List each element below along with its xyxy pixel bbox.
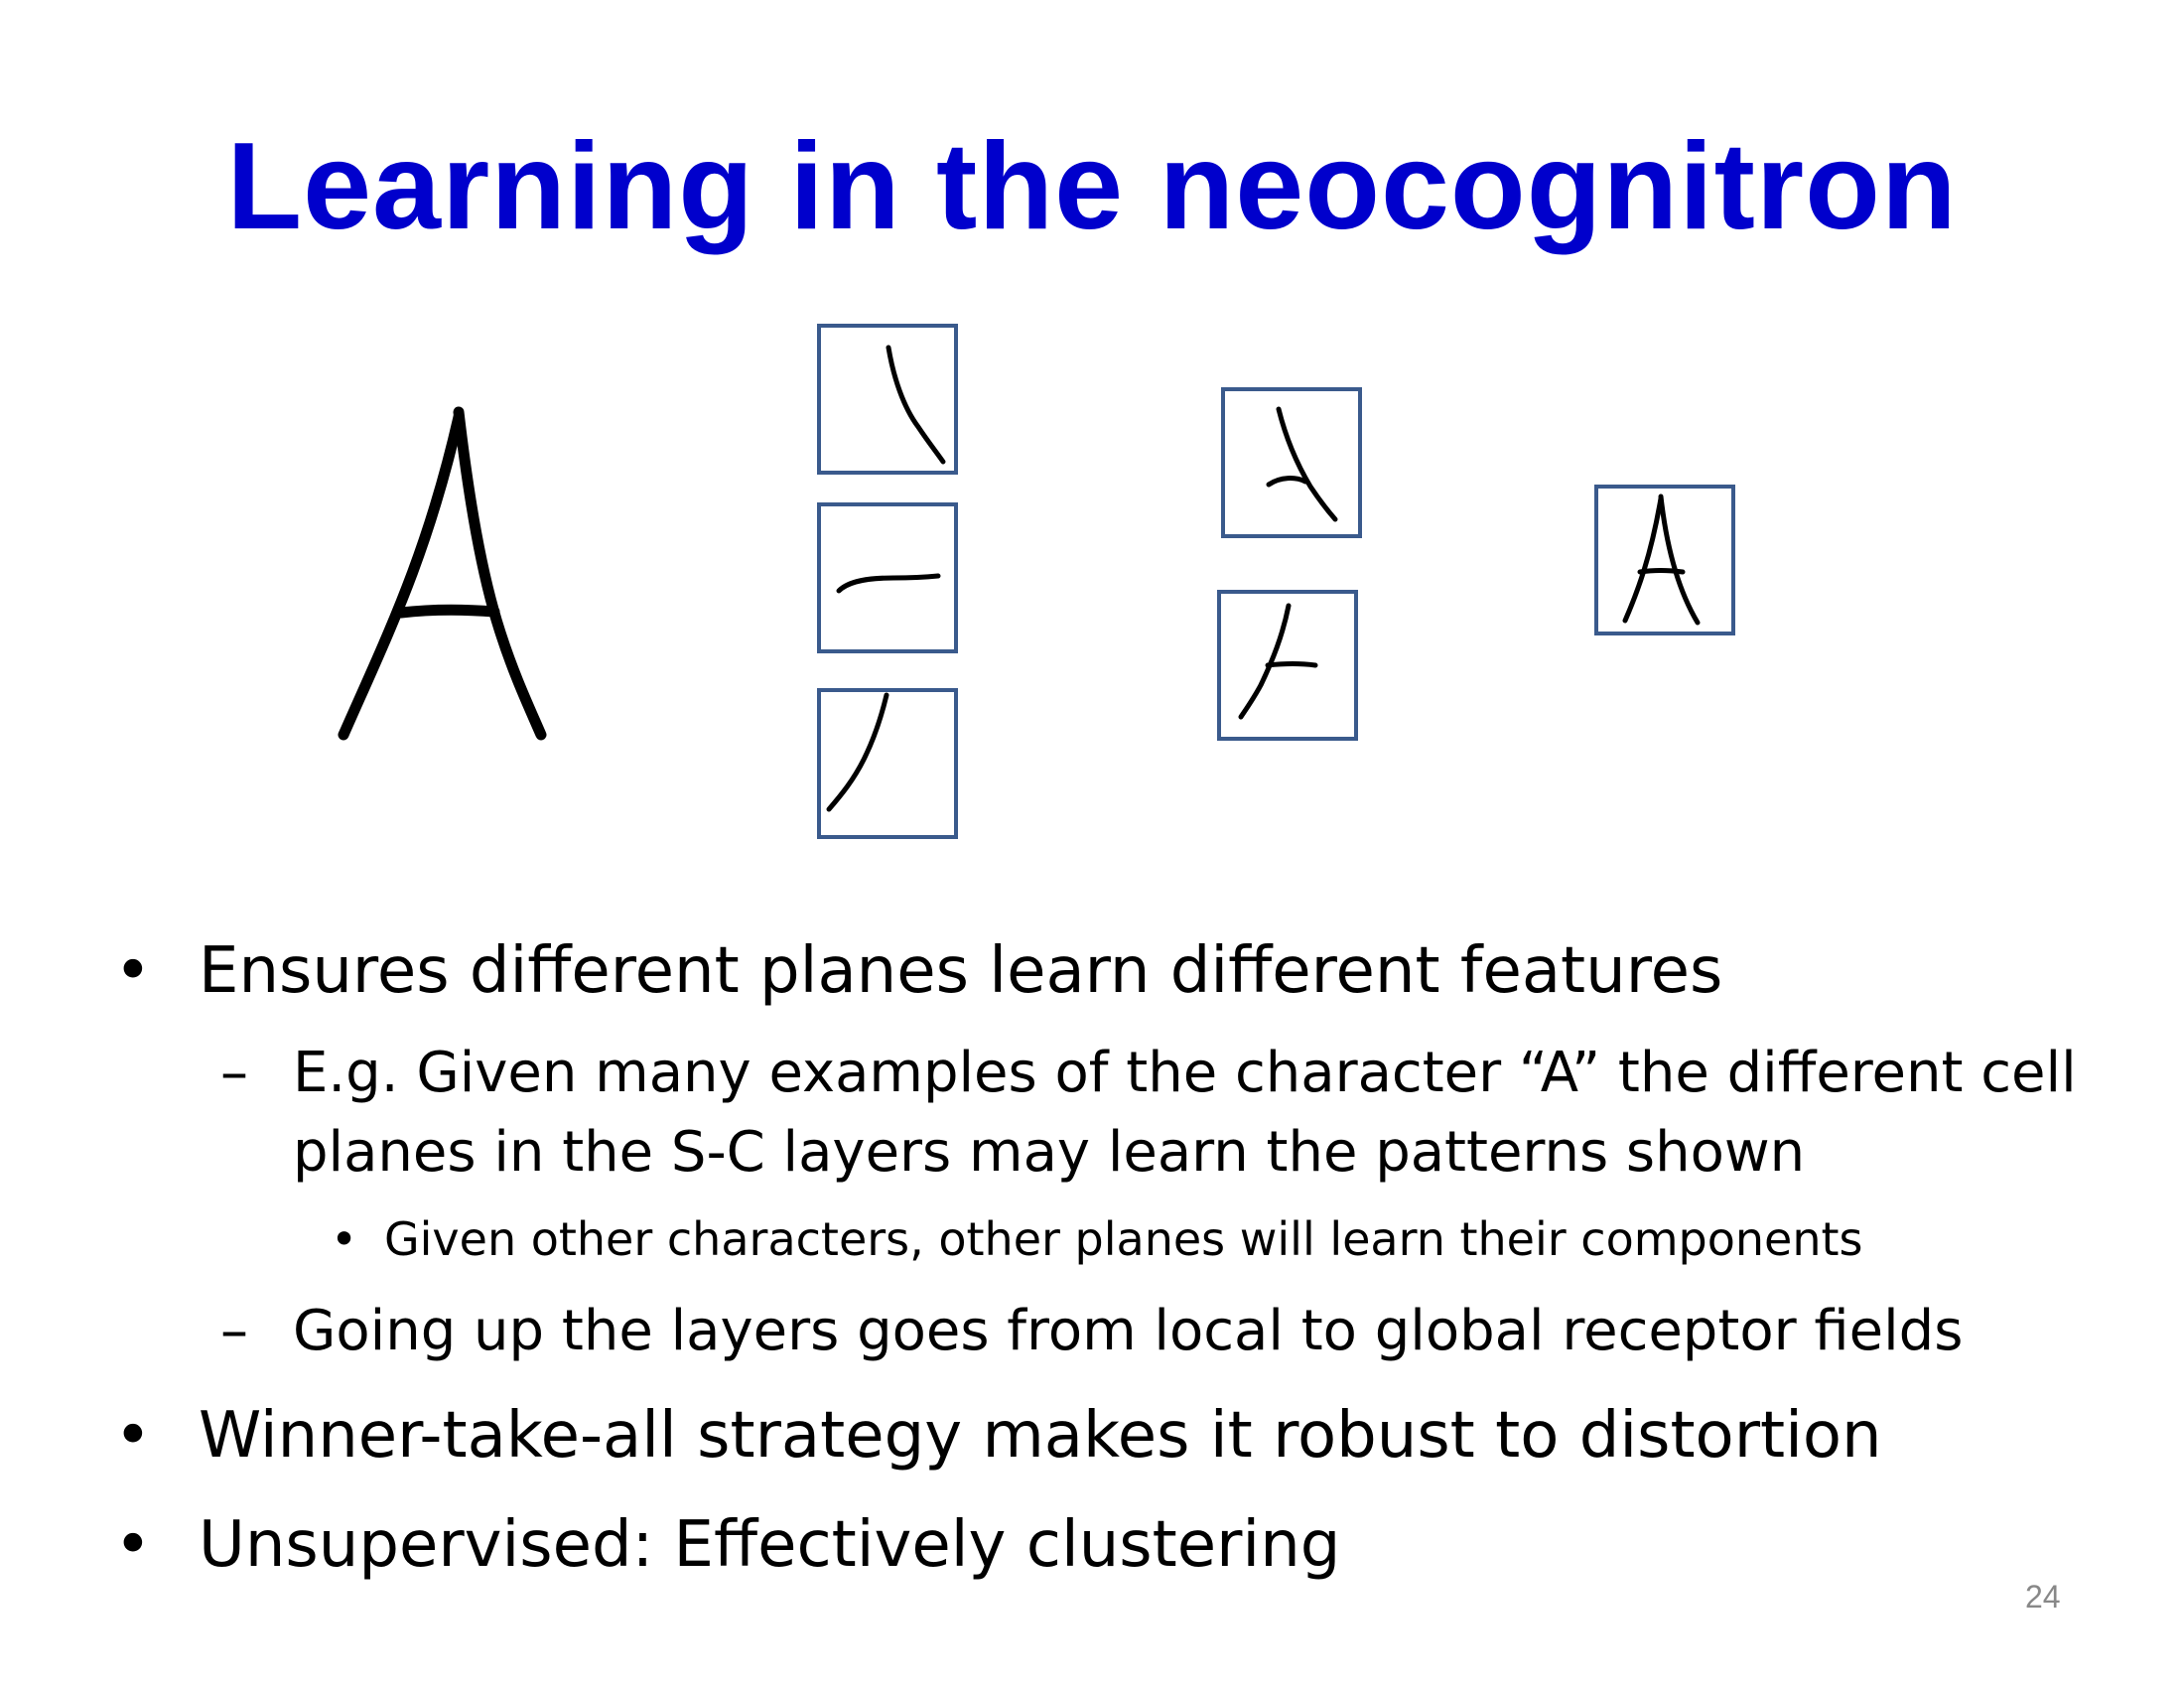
bullet-marker: • [114, 934, 152, 1008]
layer3-feature-box-full-a [1594, 485, 1735, 635]
bullet-text: Winner-take-all strategy makes it robust… [199, 1399, 1882, 1473]
bullet-text: Given other characters, other planes wil… [384, 1212, 1863, 1266]
slide-title: Learning in the neocognitron [226, 118, 1958, 255]
bullet-text: Ensures different planes learn different… [199, 934, 1723, 1008]
layer2-feature-box-right-junction [1221, 387, 1362, 538]
bullet-text: Unsupervised: Effectively clustering [199, 1508, 1341, 1582]
bullet-text: Going up the layers goes from local to g… [293, 1299, 1964, 1363]
bullet-text: planes in the S-C layers may learn the p… [293, 1120, 1806, 1185]
bullet-text: E.g. Given many examples of the characte… [293, 1041, 2077, 1105]
dash-marker: – [220, 1041, 248, 1105]
layer2-feature-box-left-junction [1217, 590, 1358, 741]
bullet-marker: • [114, 1508, 152, 1582]
layer1-feature-box-left-diagonal [817, 688, 958, 839]
bullet-marker: • [114, 1399, 152, 1473]
dash-marker: – [220, 1299, 248, 1363]
page-number: 24 [2025, 1579, 2061, 1615]
bullet-marker: • [331, 1212, 358, 1266]
layer1-feature-box-horizontal [817, 502, 958, 653]
input-character-a [338, 406, 547, 741]
layer1-feature-box-right-diagonal [817, 324, 958, 475]
